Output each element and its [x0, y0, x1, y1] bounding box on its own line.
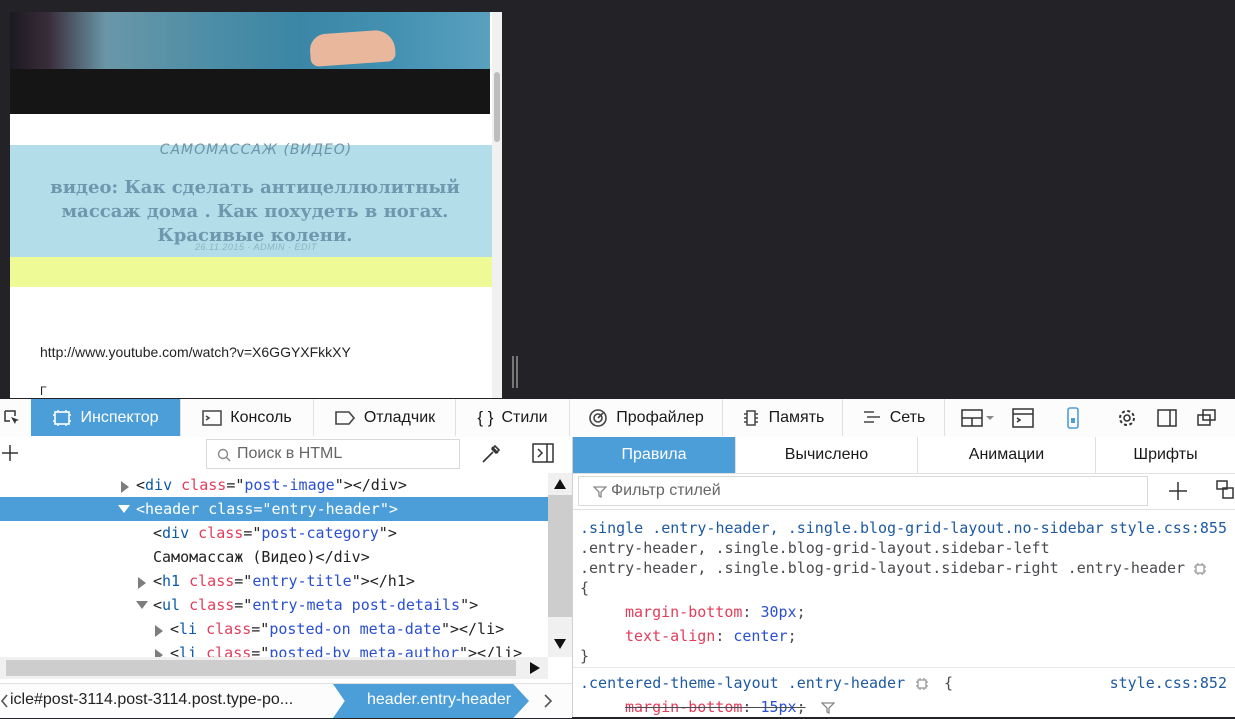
tab-rules[interactable]: Правила	[573, 437, 736, 473]
rule-selector[interactable]: .entry-header, .single.blog-grid-layout.…	[580, 559, 1185, 577]
tab-animations[interactable]: Анимации	[918, 437, 1096, 473]
tree-node[interactable]: <div class="post-category">	[0, 521, 548, 545]
toggle-pseudo-classes-icon[interactable]	[1216, 480, 1235, 500]
post-image-caption-bar	[10, 69, 490, 114]
tab-styles[interactable]: { } Стили	[456, 399, 570, 436]
rule-declaration-overridden[interactable]: margin-bottom: 15px;	[625, 698, 806, 716]
responsive-mode-icon[interactable]	[1060, 407, 1086, 429]
tree-node[interactable]: <h1 class="entry-title"></h1>	[0, 569, 548, 593]
tab-label: Отладчик	[363, 408, 436, 426]
tree-node-selected[interactable]: <header class="entry-header">	[0, 497, 548, 521]
tree-node-text[interactable]: Самомассаж (Видео)</div>	[0, 545, 548, 569]
rule-declaration[interactable]: margin-bottom: 30px;	[625, 603, 806, 621]
rule-selector[interactable]: .centered-theme-layout .entry-header	[580, 674, 905, 692]
tab-label: Инспектор	[80, 408, 159, 426]
page-preview: САМОМАССАЖ (ВИДЕО) видео: Как сделать ан…	[10, 12, 502, 398]
layout-dropdown-icon[interactable]	[958, 407, 998, 429]
tab-label: Сеть	[889, 408, 926, 426]
margin-highlight	[10, 257, 502, 287]
tree-scrollbar-thumb[interactable]	[548, 495, 572, 617]
rule-open-brace: {	[944, 674, 954, 692]
pick-element-icon[interactable]	[0, 407, 24, 429]
rule-source-link[interactable]: style.css:855	[1110, 519, 1227, 537]
entry-meta: 26.11.2015 · ADMIN · EDIT	[194, 242, 318, 252]
tab-inspector[interactable]: Инспектор	[31, 399, 181, 436]
search-input[interactable]: Поиск в HTML	[206, 439, 460, 469]
search-icon	[217, 448, 231, 462]
splitter-handle[interactable]	[512, 356, 518, 388]
memory-icon	[743, 409, 758, 426]
rule-divider	[573, 667, 1235, 668]
tree-node[interactable]: <li class="posted-on meta-date"></li>	[0, 617, 548, 641]
sidebar-toggle-icon[interactable]	[532, 443, 554, 465]
video-link[interactable]: http://www.youtube.com/watch?v=X6GGYXFkk…	[40, 344, 351, 360]
rule-source-link[interactable]: style.css:852	[1110, 674, 1227, 692]
scroll-down-arrow-icon[interactable]	[554, 639, 566, 649]
tab-computed[interactable]: Вычислено	[736, 437, 918, 473]
breadcrumb-active-label: header.entry-header	[367, 691, 512, 708]
tree-horizontal-scrollbar[interactable]	[0, 657, 548, 679]
gear-icon[interactable]	[1114, 407, 1140, 429]
tab-label: Память	[768, 408, 825, 426]
tabs-divider	[573, 473, 1235, 474]
tab-label: Профайлер	[616, 408, 704, 426]
console-icon	[202, 409, 223, 426]
tab-debugger[interactable]: Отладчик	[314, 399, 456, 436]
filter-overridden-icon[interactable]	[820, 701, 836, 715]
scroll-right-arrow-icon[interactable]	[530, 662, 540, 674]
rule-open-brace: {	[580, 579, 590, 597]
debugger-icon	[335, 410, 355, 425]
preview-next-text: Г	[40, 384, 47, 398]
filter-icon	[593, 486, 607, 499]
styles-icon: { }	[477, 407, 494, 427]
markup-panel: Поиск в HTML <div class="post-image"></d…	[0, 437, 573, 718]
breadcrumb-right-arrow-icon[interactable]	[543, 693, 553, 709]
markup-tree: <div class="post-image"></div> <header c…	[0, 473, 548, 657]
post-image-foot	[308, 29, 397, 67]
tree-node[interactable]: <li class="posted-by meta-author"></li>	[0, 641, 548, 657]
tab-console[interactable]: Консоль	[181, 399, 314, 436]
entry-title[interactable]: видео: Как сделать антицеллюлитный масса…	[20, 176, 490, 248]
post-image	[10, 12, 490, 69]
filter-styles-input[interactable]: Фильтр стилей	[578, 476, 1148, 506]
preview-scrollbar[interactable]	[492, 12, 502, 398]
profiler-icon	[589, 408, 608, 427]
preview-scrollbar-thumb[interactable]	[494, 72, 500, 142]
breadcrumb: icle#post-3114.post-3114.post.type-po...…	[0, 683, 572, 718]
tab-label: Консоль	[230, 408, 292, 426]
post-category[interactable]: САМОМАССАЖ (ВИДЕО)	[10, 142, 502, 158]
search-placeholder: Поиск в HTML	[237, 445, 343, 462]
filter-placeholder: Фильтр стилей	[611, 482, 721, 499]
dock-side-icon[interactable]	[1154, 407, 1180, 429]
tree-node[interactable]: <div class="post-image"></div>	[0, 473, 548, 497]
split-console-icon[interactable]	[1010, 407, 1036, 429]
rule-declaration[interactable]: text-align: center;	[625, 627, 797, 645]
separate-window-icon[interactable]	[1194, 407, 1220, 429]
highlight-elements-icon[interactable]	[1193, 562, 1207, 576]
network-icon	[863, 410, 880, 423]
tree-node[interactable]: <ul class="entry-meta post-details">	[0, 593, 548, 617]
rule-selector[interactable]: .entry-header, .single.blog-grid-layout.…	[580, 539, 1050, 557]
tree-hscroll-thumb[interactable]	[6, 660, 516, 676]
scroll-up-arrow-icon[interactable]	[554, 479, 566, 489]
rule-close-brace: }	[580, 647, 590, 665]
tab-fonts[interactable]: Шрифты	[1096, 437, 1235, 473]
tab-profiler[interactable]: Профайлер	[570, 399, 723, 436]
breadcrumb-left-arrow-icon[interactable]	[0, 693, 8, 709]
breadcrumb-item[interactable]: icle#post-3114.post-3114.post.type-po...	[10, 691, 293, 709]
eyedropper-icon[interactable]	[480, 443, 502, 465]
tab-memory[interactable]: Память	[723, 399, 843, 436]
tab-network[interactable]: Сеть	[843, 399, 945, 436]
inspector-icon	[53, 409, 72, 426]
rules-divider	[573, 509, 1235, 510]
devtools-toolbar: Инспектор Консоль Отладчик { } Стили Про…	[0, 399, 1235, 438]
add-node-icon[interactable]	[0, 443, 20, 463]
rule-selector[interactable]: .single .entry-header, .single.blog-grid…	[580, 519, 1104, 537]
highlight-elements-icon[interactable]	[915, 677, 929, 691]
breadcrumb-item-active[interactable]: header.entry-header	[333, 684, 529, 718]
rules-sidebar: Правила Вычислено Анимации Шрифты Фильтр…	[573, 437, 1235, 717]
tab-label: Стили	[501, 408, 548, 426]
add-rule-icon[interactable]	[1167, 480, 1189, 502]
